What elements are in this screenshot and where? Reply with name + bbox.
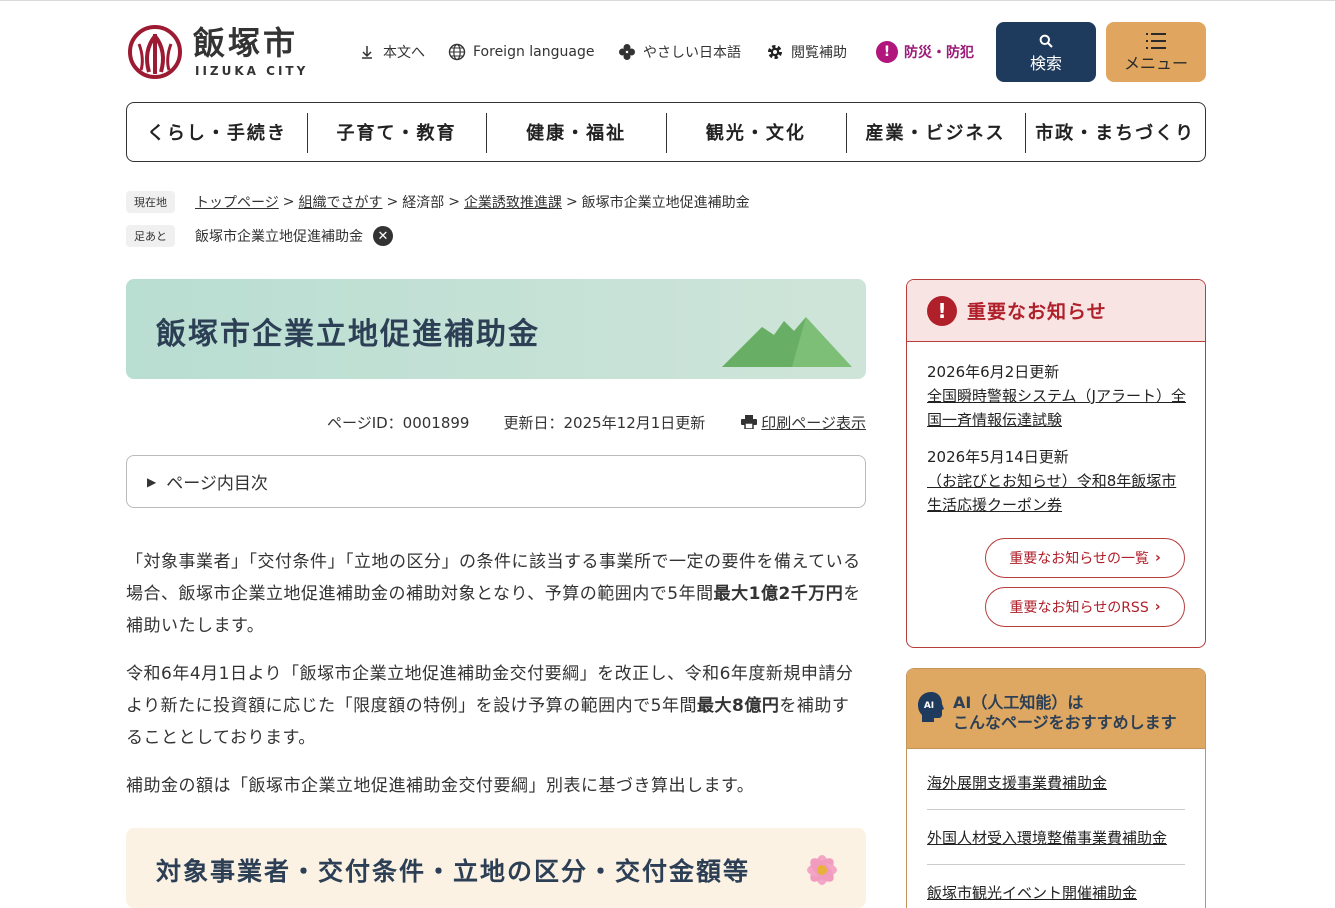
ai-header: AI AI（人工知能）は こんなページをおすすめします	[907, 669, 1205, 749]
intro-paragraph: 「対象事業者」「交付条件」「立地の区分」の条件に該当する事業所で一定の要件を備え…	[126, 546, 866, 642]
section-heading: 対象事業者・交付条件・立地の区分・交付金額等	[156, 857, 751, 886]
important-notice-panel: ! 重要なお知らせ 2026年6月2日更新 全国瞬時警報システム（Jアラート）全…	[906, 279, 1206, 648]
notice-list-label: 重要なお知らせの一覧	[1009, 551, 1149, 567]
notice-item: 2026年5月14日更新 （お詫びとお知らせ）令和8年飯塚市生活応援クーポン券	[927, 445, 1187, 517]
ai-title-line2: こんなページをおすすめします	[953, 713, 1177, 732]
top-border	[0, 0, 1335, 1]
ai-recommendation-panel: AI AI（人工知能）は こんなページをおすすめします 海外展開支援事業費補助金…	[906, 668, 1206, 908]
ai-list-item: 海外展開支援事業費補助金	[927, 755, 1185, 810]
p2-bold: 最大8億円	[696, 696, 780, 716]
breadcrumb-link-top[interactable]: トップページ	[195, 192, 279, 212]
notice-date: 2026年6月2日更新	[927, 363, 1060, 381]
calculation-paragraph: 補助金の額は「飯塚市企業立地促進補助金交付要綱」別表に基づき算出します。	[126, 776, 755, 796]
accessibility-link[interactable]: 閲覧補助	[765, 40, 847, 64]
clover-icon	[617, 42, 637, 62]
toc-label: ページ内目次	[166, 474, 268, 494]
ai-list-item: 外国人材受入環境整備事業費補助金	[927, 810, 1185, 865]
breadcrumb-separator: >	[448, 194, 460, 210]
breadcrumb-tag: 現在地	[126, 191, 175, 213]
gear-icon	[765, 42, 785, 62]
gnav-item-life[interactable]: くらし・手続き	[127, 103, 307, 161]
breadcrumb-dept: 経済部	[402, 195, 445, 211]
menu-button[interactable]: メニュー	[1106, 22, 1206, 82]
foreign-language-label: Foreign language	[473, 44, 595, 60]
notice-date: 2026年5月14日更新	[927, 448, 1069, 466]
exclamation-icon: !	[876, 41, 898, 63]
city-emblem-icon	[128, 25, 182, 79]
logo-name-en: IIZUKA CITY	[195, 64, 309, 78]
notice-item: 2026年6月2日更新 全国瞬時警報システム（Jアラート）全国一斉情報伝達試験	[927, 360, 1187, 432]
notice-link[interactable]: 全国瞬時警報システム（Jアラート）全国一斉情報伝達試験	[927, 387, 1186, 429]
gnav-item-tourism[interactable]: 観光・文化	[666, 103, 846, 161]
notice-rss-button[interactable]: 重要なお知らせのRSS ›	[985, 587, 1185, 627]
notice-header: ! 重要なお知らせ	[907, 280, 1205, 342]
disaster-prevention-link[interactable]: ! 防災・防犯	[876, 40, 974, 64]
gnav-item-business[interactable]: 産業・ビジネス	[845, 103, 1026, 161]
breadcrumb-separator: >	[282, 194, 295, 210]
section-heading-box: 対象事業者・交付条件・立地の区分・交付金額等	[126, 828, 866, 908]
breadcrumb-link-org[interactable]: 組織でさがす	[298, 192, 382, 212]
breadcrumb-current: 飯塚市企業立地促進補助金	[581, 195, 750, 211]
search-button-label: 検索	[1029, 54, 1062, 73]
triangle-right-icon: ▶	[147, 474, 157, 489]
print-link-label[interactable]: 印刷ページ表示	[761, 412, 866, 433]
footprint-item[interactable]: 飯塚市企業立地促進補助金	[195, 226, 363, 246]
breadcrumb-separator: >	[386, 194, 399, 210]
gnav-item-childcare[interactable]: 子育て・教育	[306, 103, 487, 161]
page-title: 飯塚市企業立地促進補助金	[156, 317, 540, 352]
ai-list-item: 飯塚市観光イベント開催補助金	[927, 865, 1185, 908]
mountain-icon	[722, 317, 852, 367]
logo-name-ja: 飯塚市	[193, 24, 299, 62]
page-title-banner: 飯塚市企業立地促進補助金	[126, 279, 866, 379]
toc-toggle[interactable]: ▶ ページ内目次	[126, 455, 866, 508]
foreign-language-link[interactable]: Foreign language	[447, 40, 594, 64]
breadcrumb-link-section[interactable]: 企業誘致推進課	[464, 192, 562, 212]
global-nav: くらし・手続き 子育て・教育 健康・福祉 観光・文化 産業・ビジネス 市政・まち…	[126, 102, 1206, 162]
globe-icon	[447, 42, 467, 62]
notice-title: 重要なお知らせ	[967, 301, 1107, 323]
hamburger-icon	[1106, 30, 1206, 54]
ai-recommend-link[interactable]: 外国人材受入環境整備事業費補助金	[927, 827, 1167, 848]
arrow-down-icon	[357, 42, 377, 62]
chevron-right-icon: ›	[1154, 550, 1161, 566]
notice-link[interactable]: （お詫びとお知らせ）令和8年飯塚市生活応援クーポン券	[927, 472, 1176, 514]
revision-paragraph: 令和6年4月1日より「飯塚市企業立地促進補助金交付要綱」を改正し、令和6年度新規…	[126, 658, 866, 754]
gnav-item-health[interactable]: 健康・福祉	[486, 103, 666, 161]
ai-recommend-link[interactable]: 飯塚市観光イベント開催補助金	[927, 882, 1137, 903]
page-id: ページID：0001899	[327, 413, 470, 432]
ai-head-icon: AI	[918, 692, 944, 722]
notice-rss-label: 重要なお知らせのRSS	[1009, 600, 1149, 616]
easy-japanese-link[interactable]: やさしい日本語	[617, 40, 741, 64]
notice-list-button[interactable]: 重要なお知らせの一覧 ›	[985, 538, 1185, 578]
printer-icon	[741, 415, 758, 429]
accessibility-label: 閲覧補助	[791, 45, 847, 61]
skip-to-content-link[interactable]: 本文へ	[357, 40, 425, 64]
updated-date: 更新日：2025年12月1日更新	[503, 413, 706, 432]
footprint-history: 足あと 飯塚市企業立地促進補助金 ✕	[126, 225, 393, 247]
disaster-prevention-label: 防災・防犯	[904, 45, 974, 61]
alert-icon: !	[927, 295, 957, 326]
close-icon[interactable]: ✕	[373, 226, 393, 246]
cosmos-flower-icon	[807, 855, 837, 885]
page-meta: ページID：0001899 更新日：2025年12月1日更新 印刷ページ表示	[126, 410, 866, 434]
ai-badge-text: AI	[924, 701, 934, 711]
breadcrumb-separator: >	[565, 194, 578, 210]
print-link[interactable]: 印刷ページ表示	[741, 412, 866, 433]
footprint-tag: 足あと	[126, 225, 175, 247]
site-logo[interactable]: 飯塚市 IIZUKA CITY	[127, 22, 327, 82]
easy-japanese-label: やさしい日本語	[643, 45, 741, 61]
skip-label: 本文へ	[383, 45, 425, 61]
search-button[interactable]: 検索	[996, 22, 1096, 82]
menu-button-label: メニュー	[1123, 54, 1188, 73]
ai-recommend-link[interactable]: 海外展開支援事業費補助金	[927, 772, 1107, 793]
search-icon	[996, 30, 1096, 54]
breadcrumb: 現在地 トップページ > 組織でさがす > 経済部 > 企業誘致推進課 > 飯塚…	[126, 191, 750, 213]
chevron-right-icon: ›	[1154, 599, 1161, 615]
p1-bold: 最大1億2千万円	[713, 584, 844, 604]
gnav-item-city[interactable]: 市政・まちづくり	[1025, 103, 1205, 161]
